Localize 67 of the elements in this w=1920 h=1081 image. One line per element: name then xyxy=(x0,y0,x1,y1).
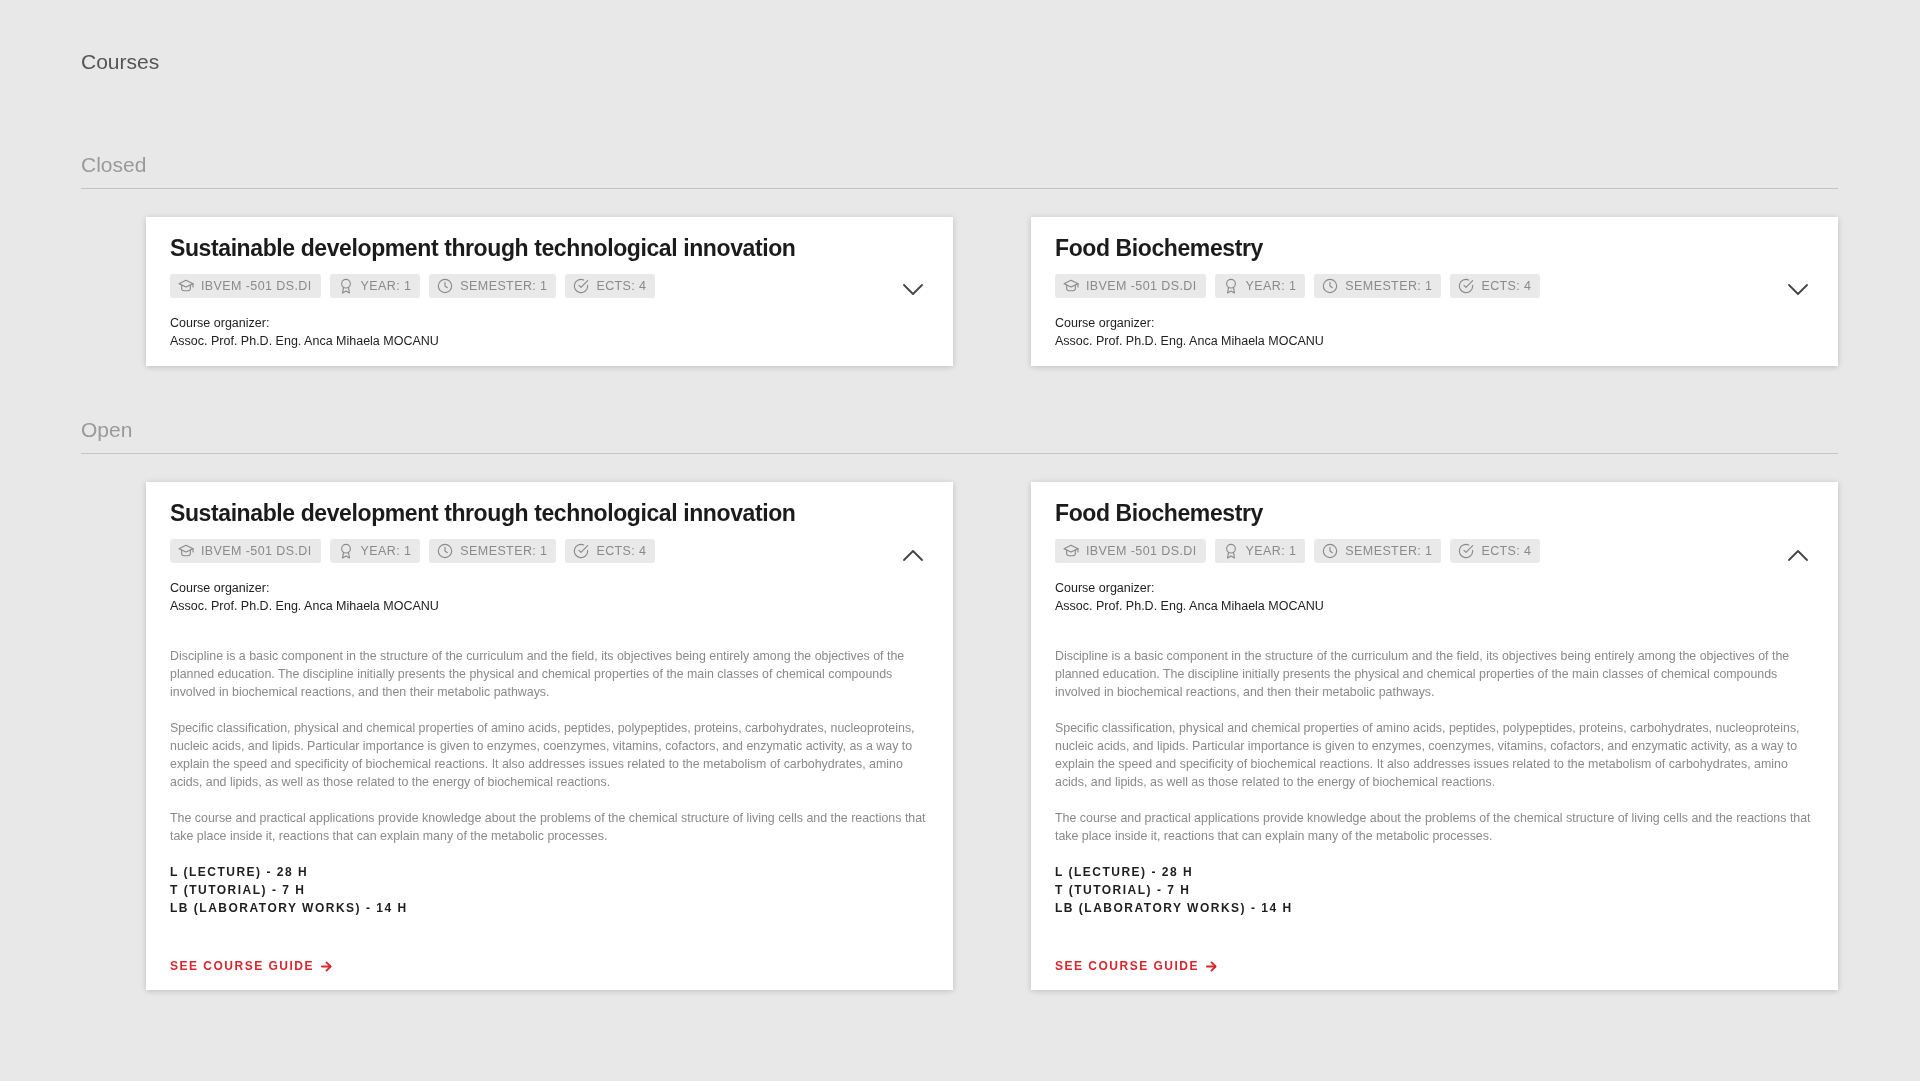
chevron-down-icon xyxy=(1788,284,1808,296)
hours-line: L (LECTURE) - 28 H xyxy=(1055,864,1194,881)
hours-line: L (LECTURE) - 28 H xyxy=(170,864,309,881)
collapse-button[interactable] xyxy=(903,549,923,561)
organizer-label: Course organizer: xyxy=(1055,580,1155,597)
tag-text: SEMESTER: 1 xyxy=(1345,544,1433,558)
description-paragraph: The course and practical applications provide knowledge about the problems of the chemical structure of living cells and the reactions that take place inside it, reactions that can explain many of the metabolic processes. xyxy=(170,810,927,845)
organizer-label: Course organizer: xyxy=(1055,315,1155,332)
arrow-right-icon xyxy=(1206,960,1218,972)
course-title: Sustainable development through technological innovation xyxy=(170,499,796,528)
tag-text: SEMESTER: 1 xyxy=(460,544,548,558)
organizer-label: Course organizer: xyxy=(170,315,270,332)
tag-text: YEAR: 1 xyxy=(360,544,412,558)
tag-text: ECTS: 4 xyxy=(1481,279,1532,293)
check-circle-icon xyxy=(1458,278,1475,294)
hours-line: T (TUTORIAL) - 7 H xyxy=(170,882,306,899)
collapse-button[interactable] xyxy=(1788,549,1808,561)
clock-icon xyxy=(1322,278,1339,294)
tag-text: IBVEM -501 DS.DI xyxy=(1086,544,1197,558)
description-paragraph: Discipline is a basic component in the structure of the curriculum and the field, its objectives being entirely among the objectives of the planned education. The discipline initially presents the physical and chemical properties of the main classes of chemical compounds involved in biochemical reactions, and then their metabolic pathways. xyxy=(170,648,906,701)
expand-button[interactable] xyxy=(1788,284,1808,296)
section-heading: Open xyxy=(81,416,1838,454)
organizer-label: Course organizer: xyxy=(170,580,270,597)
organizer-name: Assoc. Prof. Ph.D. Eng. Anca Mihaela MOCANU xyxy=(1055,333,1324,350)
description-paragraph: Specific classification, physical and chemical properties of amino acids, peptides, polypeptides, proteins, carbohydrates, nucleoproteins, nucleic acids, and lipids. Particular importance is given to enzymes, coenzymes, vitamins, cofactors, and enzymatic activity, as a way to explain the speed and specificity of biochemical reactions. It also addresses issues related to the metabolism of carbohydrates, amino acids, and lipids, as well as those related to the energy of biochemical reactions. xyxy=(1055,720,1801,791)
tag-text: ECTS: 4 xyxy=(596,544,647,558)
organizer-name: Assoc. Prof. Ph.D. Eng. Anca Mihaela MOCANU xyxy=(170,333,439,350)
chevron-up-icon xyxy=(903,549,923,561)
tag-text: SEMESTER: 1 xyxy=(1345,279,1433,293)
organizer-name: Assoc. Prof. Ph.D. Eng. Anca Mihaela MOCANU xyxy=(170,598,439,615)
hours-line: LB (LABORATORY WORKS) - 14 H xyxy=(170,900,408,917)
tag-text: IBVEM -501 DS.DI xyxy=(1086,279,1197,293)
clock-icon xyxy=(437,278,454,294)
graduation-cap-icon xyxy=(1063,543,1079,559)
hours-line: LB (LABORATORY WORKS) - 14 H xyxy=(1055,900,1293,917)
tag-text: YEAR: 1 xyxy=(1245,544,1297,558)
tag-text: YEAR: 1 xyxy=(360,279,412,293)
description-paragraph: Discipline is a basic component in the structure of the curriculum and the field, its objectives being entirely among the objectives of the planned education. The discipline initially presents the physical and chemical properties of the main classes of chemical compounds involved in biochemical reactions, and then their metabolic pathways. xyxy=(1055,648,1791,701)
section-heading: Closed xyxy=(81,151,1838,189)
tag-text: IBVEM -501 DS.DI xyxy=(201,279,312,293)
description-paragraph: The course and practical applications provide knowledge about the problems of the chemical structure of living cells and the reactions that take place inside it, reactions that can explain many of the metabolic processes. xyxy=(1055,810,1812,845)
course-guide-link[interactable]: SEE COURSE GUIDE xyxy=(1055,957,1218,975)
graduation-cap-icon xyxy=(178,278,194,294)
graduation-cap-icon xyxy=(1063,278,1079,294)
hours-line: T (TUTORIAL) - 7 H xyxy=(1055,882,1191,899)
description-paragraph: Specific classification, physical and chemical properties of amino acids, peptides, polypeptides, proteins, carbohydrates, nucleoproteins, nucleic acids, and lipids. Particular importance is given to enzymes, coenzymes, vitamins, cofactors, and enzymatic activity, as a way to explain the speed and specificity of biochemical reactions. It also addresses issues related to the metabolism of carbohydrates, amino acids, and lipids, as well as those related to the energy of biochemical reactions. xyxy=(170,720,916,791)
arrow-right-icon xyxy=(321,960,333,972)
clock-icon xyxy=(1322,543,1339,559)
organizer-name: Assoc. Prof. Ph.D. Eng. Anca Mihaela MOCANU xyxy=(1055,598,1324,615)
clock-icon xyxy=(437,543,454,559)
tag-text: ECTS: 4 xyxy=(1481,544,1532,558)
course-title: Food Biochemestry xyxy=(1055,234,1263,263)
course-title: Food Biochemestry xyxy=(1055,499,1263,528)
tag-text: SEMESTER: 1 xyxy=(460,279,548,293)
expand-button[interactable] xyxy=(903,284,923,296)
chevron-down-icon xyxy=(903,284,923,296)
check-circle-icon xyxy=(573,278,590,294)
tag-text: YEAR: 1 xyxy=(1245,279,1297,293)
course-guide-link[interactable]: SEE COURSE GUIDE xyxy=(170,957,333,975)
page-title: Courses xyxy=(81,49,160,75)
check-circle-icon xyxy=(573,543,590,559)
chevron-up-icon xyxy=(1788,549,1808,561)
graduation-cap-icon xyxy=(178,543,194,559)
course-title: Sustainable development through technological innovation xyxy=(170,234,796,263)
tag-text: IBVEM -501 DS.DI xyxy=(201,544,312,558)
check-circle-icon xyxy=(1458,543,1475,559)
tag-text: ECTS: 4 xyxy=(596,279,647,293)
